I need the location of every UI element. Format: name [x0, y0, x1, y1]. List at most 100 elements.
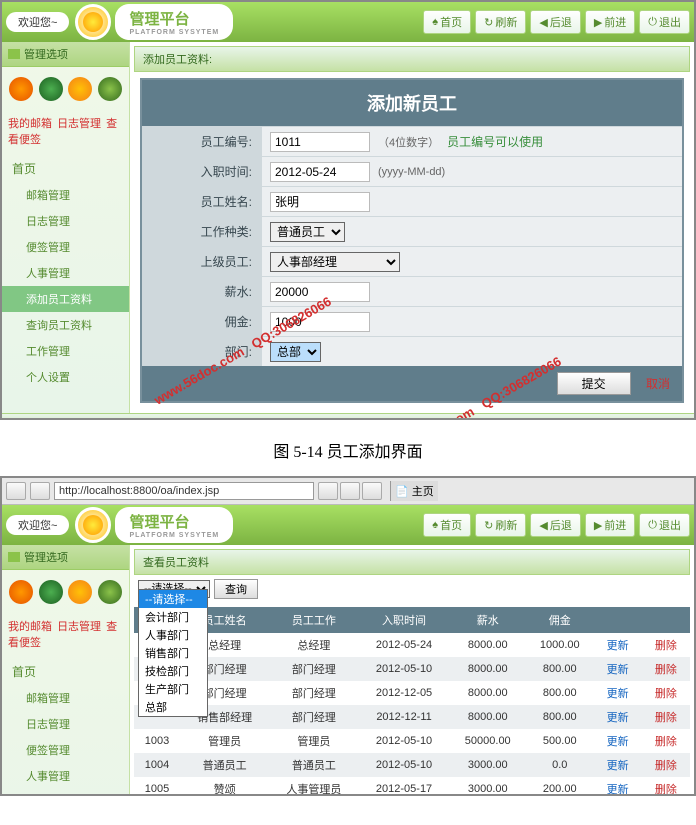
label-type: 工作种类: — [142, 217, 262, 246]
top-bar: 欢迎您~ 管理平台 PLATFORM SYSYTEM ♠ 首页 ↻ 刷新 ◀ 后… — [2, 2, 694, 42]
input-date[interactable] — [270, 162, 370, 182]
menu-log[interactable]: 日志管理 — [2, 711, 129, 737]
delete-link[interactable]: 删除 — [655, 760, 677, 772]
table-row: 1004普通员工普通员工2012-05-103000.000.0更新删除 — [134, 753, 690, 777]
label-sup: 上级员工: — [142, 247, 262, 276]
update-link[interactable]: 更新 — [607, 712, 629, 724]
menu-note[interactable]: 便签管理 — [2, 737, 129, 763]
label-id: 员工编号: — [142, 127, 262, 156]
welcome-badge: 欢迎您~ — [6, 12, 69, 32]
update-link[interactable]: 更新 — [607, 784, 629, 796]
cancel-button[interactable]: 取消 — [640, 375, 676, 393]
select-type[interactable]: 普通员工 — [270, 222, 345, 242]
menu-hr[interactable]: 人事管理 — [2, 763, 129, 789]
table-header: 佣金 — [526, 607, 594, 633]
table-row: 总经理总经理2012-05-248000.001000.00更新删除 — [134, 633, 690, 657]
query-button[interactable]: 查询 — [214, 579, 258, 599]
nav-refresh[interactable]: ↻ 刷新 — [475, 513, 526, 537]
logo-icon — [75, 507, 111, 543]
link-log[interactable]: 日志管理 — [57, 118, 101, 130]
delete-link[interactable]: 删除 — [655, 664, 677, 676]
delete-link[interactable]: 删除 — [655, 640, 677, 652]
sidebar-header: 管理选项 — [2, 545, 129, 570]
menu-query-emp[interactable]: 查询员工资料 — [2, 312, 129, 338]
update-link[interactable]: 更新 — [607, 664, 629, 676]
link-log[interactable]: 日志管理 — [57, 621, 101, 633]
update-link[interactable]: 更新 — [607, 760, 629, 772]
update-link[interactable]: 更新 — [607, 688, 629, 700]
sidebar-header: 管理选项 — [2, 42, 129, 67]
figure-caption: 图 5-14 员工添加界面 — [0, 424, 696, 476]
nav-exit[interactable]: ⏻ 退出 — [639, 10, 690, 34]
side-icon-2[interactable] — [39, 580, 63, 604]
table-header: 入职时间 — [359, 607, 450, 633]
menu-hr[interactable]: 人事管理 — [2, 260, 129, 286]
table-row: 销售部经理部门经理2012-12-118000.00800.00更新删除 — [134, 705, 690, 729]
employee-table: 员工姓名员工工作入职时间薪水佣金 总经理总经理2012-05-248000.00… — [134, 607, 690, 796]
menu-add-emp[interactable]: 添加员工资料 — [2, 286, 129, 312]
delete-link[interactable]: 删除 — [655, 736, 677, 748]
nav-forward[interactable]: ▶ 前进 — [585, 513, 635, 537]
select-sup[interactable]: 人事部经理 — [270, 252, 400, 272]
label-date: 入职时间: — [142, 157, 262, 186]
update-link[interactable]: 更新 — [607, 736, 629, 748]
side-icon-2[interactable] — [39, 77, 63, 101]
browser-search-icon[interactable] — [362, 482, 382, 500]
book-icon — [8, 49, 20, 59]
nav-refresh[interactable]: ↻ 刷新 — [475, 10, 526, 34]
delete-link[interactable]: 删除 — [655, 688, 677, 700]
side-icon-1[interactable] — [9, 580, 33, 604]
nav-exit[interactable]: ⏻ 退出 — [639, 513, 690, 537]
menu-log[interactable]: 日志管理 — [2, 208, 129, 234]
page-title: 添加员工资料: — [134, 46, 690, 72]
sidebar: 管理选项 我的邮箱 日志管理 查看便签 首页 邮箱管理 日志管理 便签管理 人事… — [2, 42, 130, 413]
footer-bar: COPYRIGHT 2011 — [2, 413, 694, 420]
menu-mail[interactable]: 邮箱管理 — [2, 182, 129, 208]
table-header — [642, 607, 690, 633]
link-mail[interactable]: 我的邮箱 — [8, 621, 52, 633]
dept-dropdown-open[interactable]: --请选择-- 会计部门 人事部门 销售部门 技检部门 生产部门 总部 — [138, 589, 208, 717]
platform-title: 管理平台 PLATFORM SYSYTEM — [115, 4, 233, 40]
browser-reload-icon[interactable] — [318, 482, 338, 500]
label-dept: 部门: — [142, 337, 262, 366]
side-icon-4[interactable] — [98, 580, 122, 604]
browser-back-icon[interactable] — [6, 482, 26, 500]
update-link[interactable]: 更新 — [607, 640, 629, 652]
table-header: 员工工作 — [269, 607, 358, 633]
nav-forward[interactable]: ▶ 前进 — [585, 10, 635, 34]
select-dept[interactable]: 总部 — [270, 342, 321, 362]
delete-link[interactable]: 删除 — [655, 784, 677, 796]
browser-forward-icon[interactable] — [30, 482, 50, 500]
page-title: 查看员工资料 — [134, 549, 690, 575]
delete-link[interactable]: 删除 — [655, 712, 677, 724]
input-name[interactable] — [270, 192, 370, 212]
menu-add-emp[interactable]: 添加员工资料 — [2, 789, 129, 796]
input-comm[interactable] — [270, 312, 370, 332]
submit-button[interactable]: 提交 — [557, 372, 631, 395]
input-id[interactable] — [270, 132, 370, 152]
browser-tab[interactable]: 📄 主页 — [395, 483, 434, 499]
side-icon-4[interactable] — [98, 77, 122, 101]
menu-note[interactable]: 便签管理 — [2, 234, 129, 260]
link-mail[interactable]: 我的邮箱 — [8, 118, 52, 130]
url-input[interactable]: http://localhost:8800/oa/index.jsp — [54, 482, 314, 500]
nav-home[interactable]: ♠ 首页 — [423, 513, 471, 537]
nav-back[interactable]: ◀ 后退 — [530, 10, 580, 34]
label-name: 员工姓名: — [142, 187, 262, 216]
table-row: 1003管理员管理员2012-05-1050000.00500.00更新删除 — [134, 729, 690, 753]
input-salary[interactable] — [270, 282, 370, 302]
side-icon-3[interactable] — [68, 77, 92, 101]
browser-stop-icon[interactable] — [340, 482, 360, 500]
table-header — [594, 607, 642, 633]
nav-back[interactable]: ◀ 后退 — [530, 513, 580, 537]
nav-home[interactable]: ♠ 首页 — [423, 10, 471, 34]
menu-home[interactable]: 首页 — [2, 658, 129, 685]
side-icon-1[interactable] — [9, 77, 33, 101]
side-icon-3[interactable] — [68, 580, 92, 604]
menu-home[interactable]: 首页 — [2, 155, 129, 182]
label-salary: 薪水: — [142, 277, 262, 306]
logo-icon — [75, 4, 111, 40]
menu-personal[interactable]: 个人设置 — [2, 364, 129, 390]
menu-mail[interactable]: 邮箱管理 — [2, 685, 129, 711]
menu-work[interactable]: 工作管理 — [2, 338, 129, 364]
